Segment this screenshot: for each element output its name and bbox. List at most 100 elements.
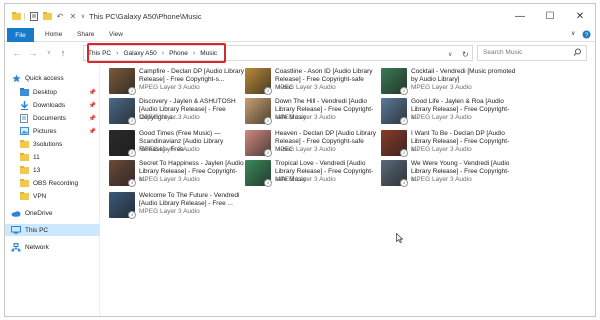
navigation-pane: Quick access Desktop 📌 Downloads 📌 Docum… xyxy=(5,66,100,316)
folder-icon xyxy=(19,152,29,162)
forward-icon[interactable]: → xyxy=(27,46,39,59)
sidebar-item-downloads[interactable]: Downloads 📌 xyxy=(5,99,100,111)
minimize-icon[interactable]: — xyxy=(505,4,535,28)
sidebar-item-pictures[interactable]: Pictures 📌 xyxy=(5,125,100,137)
folder-icon xyxy=(19,191,29,201)
close-icon[interactable]: ✕ xyxy=(565,4,595,28)
help-icon[interactable]: ? xyxy=(582,30,591,41)
file-tile[interactable]: ♪ Heaven - Declan DP [Audio Library Rele… xyxy=(245,130,381,160)
pin-icon[interactable]: 📌 xyxy=(89,102,96,109)
music-note-icon: ♪ xyxy=(264,117,272,125)
file-type: MPEG Layer 3 Audio xyxy=(139,208,200,215)
mouse-cursor-icon xyxy=(396,232,404,245)
sidebar-item-documents[interactable]: Documents 📌 xyxy=(5,112,100,124)
file-tile[interactable]: ♪ Coastline - Ason ID [Audio Library Rel… xyxy=(245,68,381,98)
recent-locations-icon[interactable]: ∨ xyxy=(43,46,55,59)
sidebar-item-label: Documents xyxy=(33,114,66,122)
search-icon[interactable] xyxy=(573,48,582,59)
file-tile[interactable]: ♪ Tropical Love - Vendredi [Audio Librar… xyxy=(245,160,381,190)
sidebar-item-3solutions[interactable]: 3solutions xyxy=(5,138,100,150)
pin-icon[interactable]: 📌 xyxy=(89,89,96,96)
sidebar-item-quick-access[interactable]: Quick access xyxy=(5,72,100,84)
file-tile[interactable]: ♪ Good Life - Jaylen & Roa [Audio Librar… xyxy=(381,98,517,128)
refresh-icon[interactable]: ↻ xyxy=(462,50,469,59)
svg-text:?: ? xyxy=(585,32,589,39)
file-type: MPEG Layer 3 Audio xyxy=(275,114,336,121)
file-explorer-window: | ↶ ✕ ∨ This PC\Galaxy A50\Phone\Music —… xyxy=(4,3,596,317)
search-input[interactable]: Search Music xyxy=(477,45,587,61)
file-name: Campfire - Declan DP [Audio Library Rele… xyxy=(139,68,245,83)
file-type: MPEG Layer 3 Audio xyxy=(411,146,472,153)
file-tile[interactable]: ♪ Welcome To The Future - Vendredi [Audi… xyxy=(109,192,245,222)
file-type: MPEG Layer 3 Audio xyxy=(411,114,472,121)
properties-icon[interactable] xyxy=(29,10,39,22)
sidebar-item-vpn[interactable]: VPN xyxy=(5,190,100,202)
file-tile[interactable]: ♪ Campfire - Declan DP [Audio Library Re… xyxy=(109,68,245,98)
sidebar-item-label: Pictures xyxy=(33,127,57,135)
tab-home[interactable]: Home xyxy=(45,31,62,38)
sidebar-item-label: OBS Recording xyxy=(33,179,79,187)
sidebar-item-label: Network xyxy=(25,243,49,251)
music-note-icon: ♪ xyxy=(264,149,272,157)
music-note-icon: ♪ xyxy=(128,117,136,125)
file-tile[interactable]: ♪ Secret To Happiness - Jaylen [Audio Li… xyxy=(109,160,245,190)
documents-folder-icon xyxy=(19,113,29,123)
breadcrumb-highlight-box xyxy=(87,43,226,63)
sidebar-item-13[interactable]: 13 xyxy=(5,164,100,176)
music-note-icon: ♪ xyxy=(128,179,136,187)
back-icon[interactable]: ← xyxy=(11,46,23,59)
tab-view[interactable]: View xyxy=(109,31,123,38)
file-tile[interactable]: ♪ Down The Hill - Vendredi [Audio Librar… xyxy=(245,98,381,128)
album-art: ♪ xyxy=(109,98,136,125)
network-icon xyxy=(11,242,21,252)
music-note-icon: ♪ xyxy=(400,149,408,157)
maximize-icon[interactable]: ☐ xyxy=(535,4,565,28)
album-art: ♪ xyxy=(109,130,136,157)
delete-icon[interactable]: ✕ xyxy=(68,10,78,22)
album-art: ♪ xyxy=(381,160,408,187)
file-type: MPEG Layer 3 Audio xyxy=(411,176,472,183)
sidebar-item-desktop[interactable]: Desktop 📌 xyxy=(5,86,100,98)
music-note-icon: ♪ xyxy=(128,149,136,157)
computer-icon xyxy=(11,225,21,235)
sidebar-item-11[interactable]: 11 xyxy=(5,151,100,163)
sidebar-item-label: VPN xyxy=(33,192,47,200)
file-tile[interactable]: ♪ Discovery - Jaylen & ASHUTOSH [Audio L… xyxy=(109,98,245,128)
pin-icon[interactable]: 📌 xyxy=(89,128,96,135)
sidebar-item-label: 3solutions xyxy=(33,140,63,148)
file-tile[interactable]: ♪ Cocktail - Vendredi [Music promoted by… xyxy=(381,68,517,98)
music-note-icon: ♪ xyxy=(400,87,408,95)
file-type: MPEG Layer 3 Audio xyxy=(275,84,336,91)
album-art: ♪ xyxy=(245,68,272,95)
album-art: ♪ xyxy=(109,68,136,95)
address-dropdown-icon[interactable]: ∨ xyxy=(448,51,452,58)
sidebar-item-this-pc[interactable]: This PC xyxy=(5,224,100,236)
sidebar-item-label: 11 xyxy=(33,153,40,161)
album-art: ♪ xyxy=(109,192,136,219)
file-name: Cocktail - Vendredi [Music promoted by A… xyxy=(411,68,516,83)
tab-share[interactable]: Share xyxy=(77,31,94,38)
up-icon[interactable]: ↑ xyxy=(57,46,69,59)
file-tile[interactable]: ♪ Good Times (Free Music) — Scandinavian… xyxy=(109,130,245,160)
search-placeholder: Search Music xyxy=(483,49,523,56)
file-type: MPEG Layer 3 Audio xyxy=(411,84,472,91)
ribbon-expand-icon[interactable]: ∨ xyxy=(571,30,575,37)
quick-access-dropdown-icon[interactable]: ∨ xyxy=(79,10,87,22)
new-folder-icon[interactable] xyxy=(42,10,52,22)
sidebar-item-label: 13 xyxy=(33,166,41,174)
sidebar-item-label: Downloads xyxy=(33,101,66,109)
album-art: ♪ xyxy=(245,160,272,187)
album-art: ♪ xyxy=(109,160,136,187)
file-tile[interactable]: ♪ We Were Young - Vendredi [Audio Librar… xyxy=(381,160,517,190)
file-type: MPEG Layer 3 Audio xyxy=(275,176,336,183)
music-note-icon: ♪ xyxy=(400,117,408,125)
undo-icon[interactable]: ↶ xyxy=(55,10,65,22)
file-type: MPEG Layer 3 Audio xyxy=(139,84,200,91)
tab-file[interactable]: File xyxy=(7,28,34,42)
file-tile[interactable]: ♪ I Want To Be - Declan DP [Audio Librar… xyxy=(381,130,517,160)
sidebar-item-obs-recording[interactable]: OBS Recording xyxy=(5,177,100,189)
sidebar-item-network[interactable]: Network xyxy=(5,241,100,253)
sidebar-item-onedrive[interactable]: OneDrive xyxy=(5,207,100,219)
pin-icon[interactable]: 📌 xyxy=(89,115,96,122)
file-list: ♪ Campfire - Declan DP [Audio Library Re… xyxy=(105,66,593,316)
